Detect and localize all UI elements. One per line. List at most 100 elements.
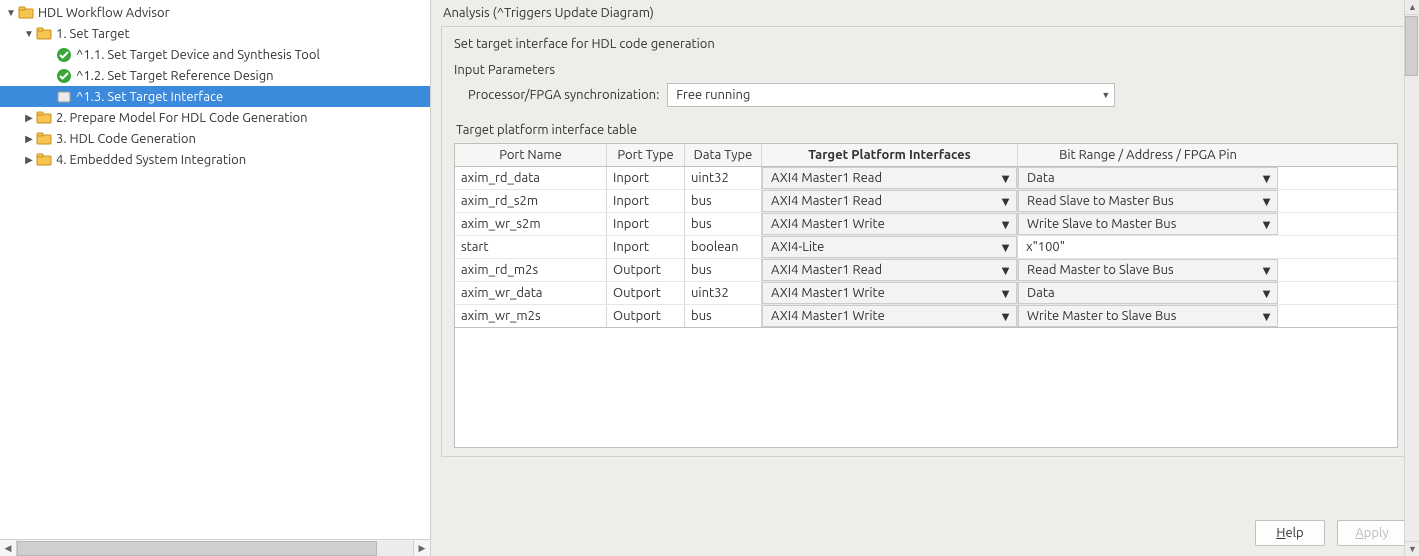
port-type: Outport (607, 282, 685, 304)
bit-range-select[interactable]: Write Master to Slave Bus▼ (1018, 305, 1278, 327)
bit-range-value: Read Master to Slave Bus (1027, 263, 1174, 277)
bit-range-value: Data (1027, 286, 1055, 300)
chevron-down-icon: ▼ (999, 286, 1012, 301)
check-pass-icon (56, 47, 72, 63)
table-header: Port Name Port Type Data Type Target Pla… (455, 144, 1397, 167)
expand-icon[interactable]: ▼ (22, 28, 36, 40)
tree-item-1-3[interactable]: ^1.3. Set Target Interface (0, 86, 430, 107)
tree-item-root[interactable]: ▼ HDL Workflow Advisor (0, 2, 430, 23)
port-type: Inport (607, 167, 685, 189)
data-type: uint32 (685, 167, 762, 189)
chevron-down-icon: ▼ (1101, 90, 1110, 100)
check-pass-icon (56, 68, 72, 84)
interface-cell: AXI4-Lite▼ (762, 236, 1018, 258)
interface-select[interactable]: AXI4 Master1 Read ▼ (762, 167, 1017, 189)
interface-select[interactable]: AXI4 Master1 Read▼ (762, 190, 1017, 212)
scroll-track[interactable] (17, 541, 413, 556)
interface-select[interactable]: AXI4-Lite▼ (762, 236, 1017, 258)
scroll-left-icon[interactable]: ◀ (0, 540, 17, 556)
port-name: axim_wr_data (455, 282, 607, 304)
interface-table-wrap: Target platform interface table Port Nam… (454, 123, 1398, 448)
interface-cell: AXI4 Master1 Write▼ (762, 213, 1018, 235)
scroll-up-icon[interactable]: ▲ (1405, 0, 1419, 15)
port-type: Outport (607, 259, 685, 281)
expand-icon[interactable]: ▶ (22, 112, 36, 124)
data-type: bus (685, 305, 762, 327)
app-root: ▼ HDL Workflow Advisor ▼ 1. Set Target ^… (0, 0, 1419, 556)
settings-panel: Set target interface for HDL code genera… (441, 26, 1411, 457)
bit-range-value: Write Master to Slave Bus (1027, 309, 1176, 323)
chevron-down-icon: ▼ (1260, 286, 1273, 301)
col-bit-range: Bit Range / Address / FPGA Pin (1018, 144, 1278, 166)
interface-value: AXI4 Master1 Read (771, 263, 882, 277)
interface-cell: AXI4 Master1 Write ▼ (762, 282, 1018, 304)
port-name: axim_rd_s2m (455, 190, 607, 212)
vertical-scrollbar[interactable]: ▲ ▼ (1404, 0, 1419, 556)
navigation-tree[interactable]: ▼ HDL Workflow Advisor ▼ 1. Set Target ^… (0, 0, 430, 539)
interface-value: AXI4 Master1 Read (771, 194, 882, 208)
tree-item-1-1[interactable]: ^1.1. Set Target Device and Synthesis To… (0, 44, 430, 65)
interface-cell: AXI4 Master1 Read▼ (762, 259, 1018, 281)
data-type: bus (685, 213, 762, 235)
sync-row: Processor/FPGA synchronization: Free run… (468, 83, 1398, 107)
tree-item-set-target[interactable]: ▼ 1. Set Target (0, 23, 430, 44)
data-type: uint32 (685, 282, 762, 304)
tree-label: 4. Embedded System Integration (56, 153, 246, 167)
interface-select[interactable]: AXI4 Master1 Read▼ (762, 259, 1017, 281)
bit-range-cell: Read Slave to Master Bus▼ (1018, 190, 1278, 212)
tree-item-1-2[interactable]: ^1.2. Set Target Reference Design (0, 65, 430, 86)
scroll-thumb[interactable] (17, 541, 377, 556)
chevron-down-icon: ▼ (999, 171, 1012, 186)
tree-horizontal-scrollbar[interactable]: ◀ ▶ (0, 539, 430, 556)
bit-range-cell: Write Slave to Master Bus▼ (1018, 213, 1278, 235)
chevron-down-icon: ▼ (1260, 194, 1273, 209)
folder-icon (18, 5, 34, 21)
table-row: axim_rd_s2mInportbusAXI4 Master1 Read▼Re… (455, 190, 1397, 213)
table-label: Target platform interface table (456, 123, 1398, 137)
tree-item-hdl-code-gen[interactable]: ▶ 3. HDL Code Generation (0, 128, 430, 149)
bit-range-cell: Write Master to Slave Bus▼ (1018, 305, 1278, 327)
expand-icon[interactable]: ▶ (22, 154, 36, 166)
bit-range-select[interactable]: Data ▼ (1018, 282, 1278, 304)
chevron-down-icon: ▼ (1260, 171, 1273, 186)
sync-select[interactable]: Free running ▼ (667, 83, 1115, 107)
interface-select[interactable]: AXI4 Master1 Write ▼ (762, 282, 1017, 304)
footer-buttons: Help Apply (1255, 520, 1407, 546)
chevron-down-icon: ▼ (999, 217, 1012, 232)
bit-range-select[interactable]: Write Slave to Master Bus▼ (1018, 213, 1278, 235)
tree-item-prepare-model[interactable]: ▶ 2. Prepare Model For HDL Code Generati… (0, 107, 430, 128)
scroll-thumb[interactable] (1405, 16, 1418, 76)
port-name: axim_wr_m2s (455, 305, 607, 327)
port-type: Inport (607, 213, 685, 235)
interface-select[interactable]: AXI4 Master1 Write▼ (762, 213, 1017, 235)
sync-label: Processor/FPGA synchronization: (468, 88, 659, 102)
scroll-right-icon[interactable]: ▶ (413, 540, 430, 556)
interface-value: AXI4 Master1 Write (771, 286, 885, 300)
tree-label: 2. Prepare Model For HDL Code Generation (56, 111, 308, 125)
tree-item-embedded-sys[interactable]: ▶ 4. Embedded System Integration (0, 149, 430, 170)
tree-label: ^1.1. Set Target Device and Synthesis To… (76, 48, 320, 62)
content-pane: Analysis (^Triggers Update Diagram) Set … (431, 0, 1419, 556)
data-type: bus (685, 259, 762, 281)
scroll-down-icon[interactable]: ▼ (1405, 541, 1419, 556)
data-type: bus (685, 190, 762, 212)
interface-value: AXI4 Master1 Read (771, 171, 882, 185)
bit-range-cell: Read Master to Slave Bus▼ (1018, 259, 1278, 281)
col-interface: Target Platform Interfaces (762, 144, 1018, 166)
bit-range-select[interactable]: Read Master to Slave Bus▼ (1018, 259, 1278, 281)
bit-range-cell: x"100" (1018, 236, 1278, 258)
apply-button[interactable]: Apply (1337, 520, 1407, 546)
table-row: axim_wr_m2sOutportbusAXI4 Master1 Write▼… (455, 305, 1397, 327)
bit-range-input[interactable]: x"100" (1018, 236, 1278, 258)
help-button[interactable]: Help (1255, 520, 1325, 546)
expand-icon[interactable]: ▶ (22, 133, 36, 145)
table-row: axim_rd_dataInportuint32AXI4 Master1 Rea… (455, 167, 1397, 190)
bit-range-select[interactable]: Data▼ (1018, 167, 1278, 189)
interface-select[interactable]: AXI4 Master1 Write▼ (762, 305, 1017, 327)
tree-label: 1. Set Target (56, 27, 130, 41)
analysis-title: Analysis (^Triggers Update Diagram) (443, 6, 1411, 20)
help-button-rest: elp (1285, 526, 1303, 540)
expand-icon[interactable]: ▼ (4, 7, 18, 19)
table-empty-area (454, 328, 1398, 448)
bit-range-select[interactable]: Read Slave to Master Bus▼ (1018, 190, 1278, 212)
